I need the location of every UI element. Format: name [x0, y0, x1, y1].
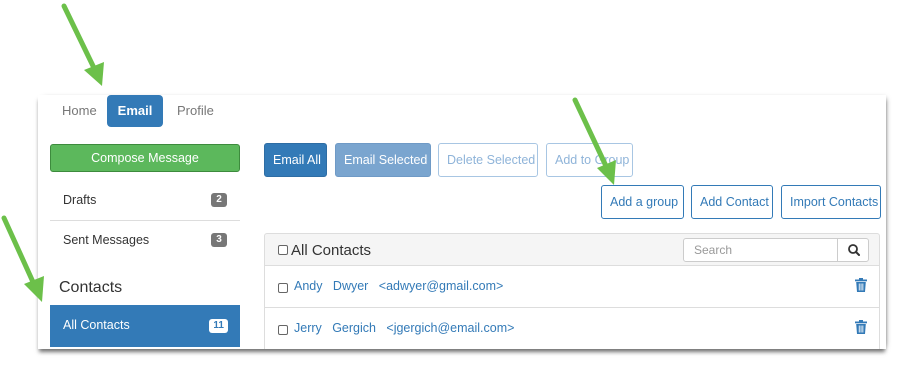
- search-button[interactable]: [837, 238, 869, 262]
- sidebar-item-label: Sent Messages: [63, 233, 150, 247]
- contact-link[interactable]: Jerry Gergich <jgergich@email.com>: [294, 321, 514, 335]
- sidebar-item-label: All Contacts: [63, 318, 130, 332]
- contact-email: <adwyer@gmail.com>: [378, 279, 504, 293]
- add-group-button[interactable]: Add a group: [601, 185, 684, 219]
- contact-checkbox[interactable]: [278, 283, 288, 293]
- trash-icon[interactable]: [855, 278, 867, 295]
- contacts-list-header: All Contacts: [264, 233, 880, 266]
- search-icon: [848, 244, 860, 256]
- delete-selected-button[interactable]: Delete Selected: [438, 143, 538, 177]
- contact-first-name: Jerry: [294, 321, 322, 335]
- add-to-group-button[interactable]: Add to Group: [546, 143, 633, 177]
- tab-home[interactable]: Home: [52, 95, 107, 127]
- sidebar-item-all-contacts[interactable]: All Contacts 11: [50, 305, 240, 347]
- tab-profile[interactable]: Profile: [167, 95, 224, 127]
- select-all-checkbox[interactable]: [278, 245, 288, 255]
- all-contacts-count-badge: 11: [209, 319, 228, 333]
- import-contacts-button[interactable]: Import Contacts: [781, 185, 881, 219]
- drafts-count-badge: 2: [211, 193, 227, 207]
- add-contact-button[interactable]: Add Contact: [691, 185, 773, 219]
- contact-email: <jgergich@email.com>: [386, 321, 515, 335]
- tab-email[interactable]: Email: [107, 95, 163, 127]
- sidebar-item-label: Drafts: [63, 193, 97, 207]
- email-app-panel: Home Email Profile Compose Message Draft…: [38, 95, 886, 349]
- contact-link[interactable]: Andy Dwyer <adwyer@gmail.com>: [294, 279, 503, 293]
- trash-icon[interactable]: [855, 320, 867, 337]
- contact-last-name: Dwyer: [332, 279, 369, 293]
- contact-last-name: Gergich: [332, 321, 376, 335]
- contacts-list-title: All Contacts: [291, 242, 372, 259]
- sidebar-item-sent-messages[interactable]: Sent Messages 3: [50, 221, 240, 261]
- annotation-arrow-email-tab: [61, 3, 104, 86]
- email-selected-button[interactable]: Email Selected: [335, 143, 431, 177]
- contact-first-name: Andy: [294, 279, 323, 293]
- contacts-heading: Contacts: [59, 279, 123, 296]
- sidebar-item-drafts[interactable]: Drafts 2: [50, 181, 240, 221]
- compose-message-button[interactable]: Compose Message: [50, 144, 240, 172]
- list-item: Andy Dwyer <adwyer@gmail.com>: [264, 266, 880, 308]
- sent-count-badge: 3: [211, 233, 227, 247]
- search-input[interactable]: [683, 238, 838, 262]
- email-all-button[interactable]: Email All: [264, 143, 327, 177]
- list-item: Jerry Gergich <jgergich@email.com>: [264, 308, 880, 349]
- contact-checkbox[interactable]: [278, 325, 288, 335]
